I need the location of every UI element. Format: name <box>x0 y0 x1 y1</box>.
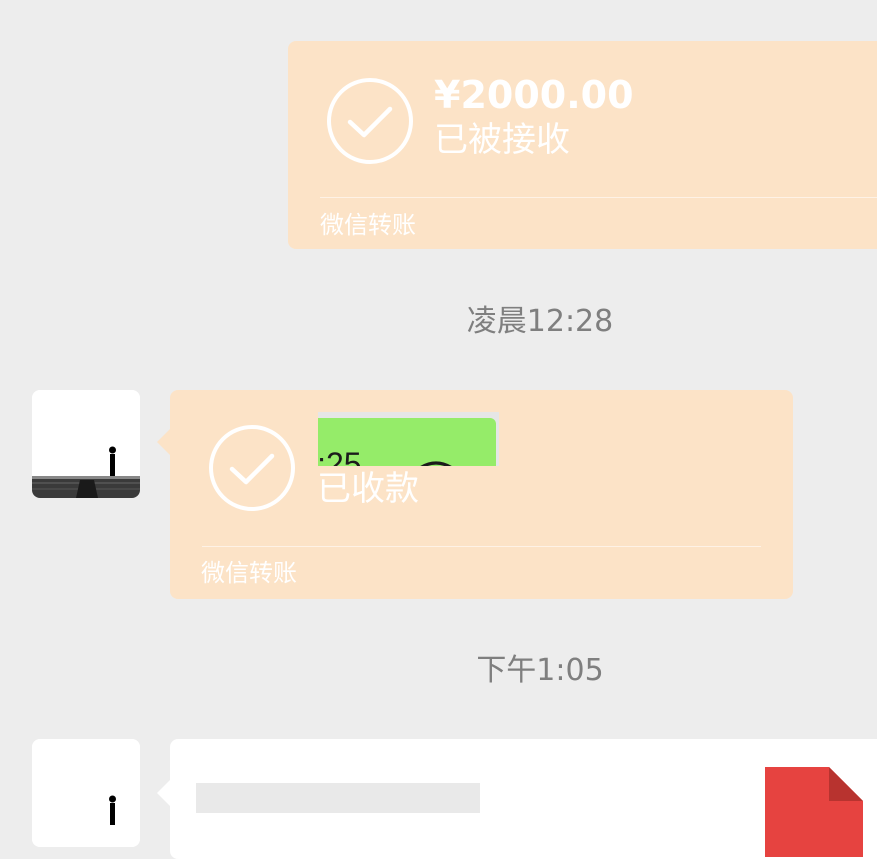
incoming-transfer-card[interactable]: i:25 已收款 微信转账 <box>170 390 793 599</box>
card-divider <box>202 546 761 547</box>
transfer-footer-label: 微信转账 <box>320 211 416 239</box>
file-name-placeholder <box>196 783 480 813</box>
overlay-circle-icon <box>420 461 452 466</box>
transfer-amount: ¥2000.00 <box>434 73 634 117</box>
transfer-footer-label: 微信转账 <box>201 559 297 587</box>
bubble-tail <box>157 780 170 806</box>
overlay-text: i:25 <box>318 446 362 466</box>
avatar[interactable] <box>32 739 140 847</box>
check-circle-icon <box>209 425 295 511</box>
check-circle-icon <box>327 78 413 164</box>
message-timestamp: 凌晨12:28 <box>466 304 614 339</box>
avatar-image-icon <box>32 739 140 847</box>
overlay-image-fragment: i:25 <box>318 412 499 466</box>
file-icon <box>765 767 863 857</box>
message-timestamp: 下午1:05 <box>476 653 604 688</box>
transfer-status: 已收款 <box>317 469 419 509</box>
file-message-bubble[interactable] <box>170 739 877 859</box>
avatar-image-icon <box>32 390 140 498</box>
transfer-status: 已被接收 <box>434 120 570 160</box>
avatar[interactable] <box>32 390 140 498</box>
outgoing-transfer-card[interactable]: ¥2000.00 已被接收 微信转账 <box>288 41 877 249</box>
bubble-tail <box>157 429 170 455</box>
card-divider <box>320 197 877 198</box>
